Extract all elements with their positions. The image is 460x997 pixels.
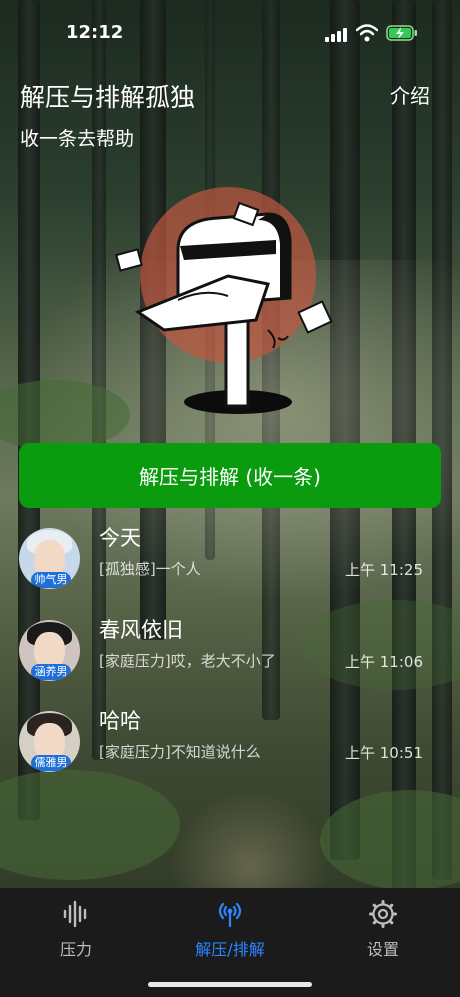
home-indicator[interactable] <box>148 982 312 987</box>
wifi-icon <box>356 24 378 42</box>
sender-name: 今天 <box>99 526 141 550</box>
intro-button[interactable]: 介绍 <box>390 80 430 109</box>
message-time: 上午 11:06 <box>345 653 423 671</box>
antenna-icon <box>218 902 242 928</box>
avatar: 涵养男 <box>19 620 80 681</box>
message-preview: [家庭压力]不知道说什么 <box>99 743 261 761</box>
message-time: 上午 11:25 <box>345 561 423 579</box>
page-subtitle: 收一条去帮助 <box>20 128 135 150</box>
status-time: 12:12 <box>66 22 124 43</box>
message-time: 上午 10:51 <box>345 744 423 762</box>
tab-bar: 压力 解压/排解 设置 <box>0 888 460 997</box>
tab-pressure[interactable]: 压力 <box>16 900 136 960</box>
list-item[interactable]: 儒雅男 哈哈 [家庭压力]不知道说什么 上午 10:51 <box>0 709 460 789</box>
badge-label: 帅气男 <box>31 572 71 588</box>
status-bar: 12:12 <box>0 0 460 64</box>
sender-name: 哈哈 <box>99 709 141 733</box>
cellular-signal-icon <box>325 28 347 42</box>
avatar: 儒雅男 <box>19 711 80 772</box>
tab-label: 解压/排解 <box>195 940 265 959</box>
list-item[interactable]: 涵养男 春风依旧 [家庭压力]哎，老大不小了 上午 11:06 <box>0 618 460 698</box>
tab-label: 压力 <box>59 940 92 959</box>
page-title: 解压与排解孤独 <box>20 83 196 112</box>
message-preview: [孤独感]一个人 <box>99 560 201 578</box>
battery-charging-icon <box>386 25 417 41</box>
mailbox-illustration <box>115 187 333 414</box>
tab-label: 设置 <box>366 940 399 959</box>
tab-settings[interactable]: 设置 <box>323 900 443 960</box>
tab-relief[interactable]: 解压/排解 <box>170 900 290 960</box>
badge-label: 儒雅男 <box>31 755 71 771</box>
list-item[interactable]: 帅气男 今天 [孤独感]一个人 上午 11:25 <box>0 526 460 606</box>
badge-label: 涵养男 <box>31 664 71 680</box>
gear-icon <box>369 900 397 928</box>
sender-name: 春风依旧 <box>99 618 183 642</box>
avatar: 帅气男 <box>19 528 80 589</box>
waveform-icon <box>63 900 87 928</box>
app-screen: 12:12 解压与排解孤独 介绍 收一条去帮助 解压与排解 (收一条) 帅气男 … <box>0 0 460 997</box>
message-preview: [家庭压力]哎，老大不小了 <box>99 652 276 670</box>
receive-one-button[interactable]: 解压与排解 (收一条) <box>19 443 441 508</box>
